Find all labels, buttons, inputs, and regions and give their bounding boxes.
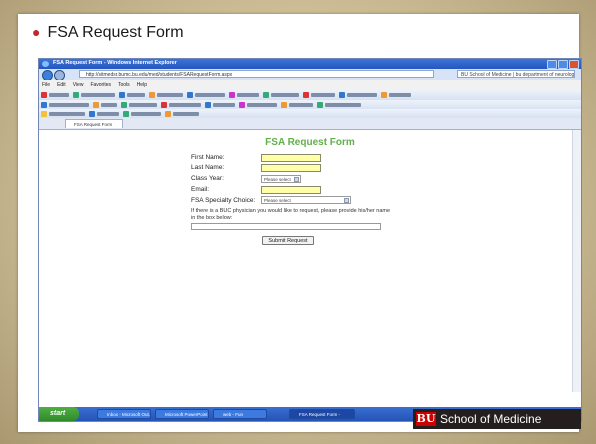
school-of-medicine-text: School of Medicine (440, 412, 542, 426)
last-name-field[interactable] (261, 164, 321, 172)
last-name-label: Last Name: (191, 164, 225, 171)
toolbar-icon[interactable] (119, 92, 125, 98)
menu-view[interactable]: View (73, 82, 84, 88)
form-title: FSA Request Form (265, 137, 355, 148)
tab-fsa-request-form[interactable]: FSA Request Form (65, 119, 123, 128)
specialty-value: Please select (264, 198, 291, 203)
favorites-star-icon[interactable] (41, 111, 47, 117)
toolbar-icon[interactable] (239, 102, 245, 108)
slide-bullet-text: FSA Request Form (47, 24, 184, 41)
toolbar-icon[interactable] (89, 111, 95, 117)
taskbar-item[interactable]: Microsoft PowerPoint -... (155, 409, 209, 419)
toolbar-icon[interactable] (123, 111, 129, 117)
submit-request-button[interactable]: Submit Request (262, 236, 314, 245)
menu-favorites[interactable]: Favorites (90, 82, 111, 88)
slide-bullet: ● FSA Request Form (32, 24, 184, 42)
first-name-label: First Name: (191, 154, 225, 161)
ie-logo-icon (42, 61, 49, 67)
minimize-button[interactable] (547, 60, 557, 69)
toolbar-icon[interactable] (303, 92, 309, 98)
chevron-down-icon (294, 177, 299, 182)
chevron-down-icon (344, 198, 349, 203)
url-field[interactable]: http://sitmedsr.bumc.bu.edu/med/students… (79, 70, 434, 78)
toolbar-icon[interactable] (161, 102, 167, 108)
toolbar-icon[interactable] (93, 102, 99, 108)
scrollbar[interactable] (572, 130, 581, 392)
toolbar-icon[interactable] (41, 92, 47, 98)
email-label: Email: (191, 186, 210, 193)
taskbar-item[interactable]: web - Fun (213, 409, 267, 419)
window-titlebar: FSA Request Form - Windows Internet Expl… (39, 59, 581, 69)
toolbar-icon[interactable] (121, 102, 127, 108)
taskbar-item[interactable]: FSA Request Form - (289, 409, 355, 419)
start-button[interactable]: start (39, 407, 79, 421)
toolbar-icon[interactable] (381, 92, 387, 98)
taskbar-item[interactable]: Inbox - Microsoft Out... (97, 409, 151, 419)
physician-note: If there is a BUC physician you would li… (191, 208, 391, 221)
menu-tools[interactable]: Tools (118, 82, 130, 88)
toolbar-icon[interactable] (205, 102, 211, 108)
toolbar-icon[interactable] (317, 102, 323, 108)
menu-help[interactable]: Help (137, 82, 147, 88)
toolbar-icon[interactable] (149, 92, 155, 98)
menu-file[interactable]: File (42, 82, 50, 88)
specialty-select[interactable]: Please select (261, 196, 351, 204)
close-button[interactable] (569, 60, 579, 69)
google-toolbar-icon[interactable] (41, 102, 47, 108)
window-title: FSA Request Form - Windows Internet Expl… (53, 60, 177, 66)
class-year-label: Class Year: (191, 175, 224, 182)
toolbar-icon[interactable] (339, 92, 345, 98)
email-field[interactable] (261, 186, 321, 194)
toolbar-icon[interactable] (229, 92, 235, 98)
class-year-select[interactable]: Please select (261, 175, 301, 183)
menu-edit[interactable]: Edit (57, 82, 66, 88)
search-field[interactable]: BU School of Medicine | bu department of… (457, 70, 575, 78)
bullet-dot-icon: ● (32, 24, 41, 40)
toolbar-icon[interactable] (187, 92, 193, 98)
first-name-field[interactable] (261, 154, 321, 162)
specialty-label: FSA Specialty Choice: (191, 197, 256, 204)
browser-screenshot: FSA Request Form - Windows Internet Expl… (38, 58, 582, 422)
page-content: FSA Request Form First Name: Last Name: … (39, 130, 581, 392)
physician-name-field[interactable] (191, 223, 381, 230)
toolbar-icon[interactable] (73, 92, 79, 98)
class-year-value: Please select (264, 177, 291, 182)
toolbar-icon[interactable] (263, 92, 269, 98)
bu-logo: BU (416, 412, 436, 426)
bu-school-badge: BU School of Medicine (413, 409, 581, 429)
tab-bar: FSA Request Form (39, 118, 581, 130)
toolbar-icon[interactable] (281, 102, 287, 108)
maximize-button[interactable] (558, 60, 568, 69)
toolbar-icon[interactable] (165, 111, 171, 117)
